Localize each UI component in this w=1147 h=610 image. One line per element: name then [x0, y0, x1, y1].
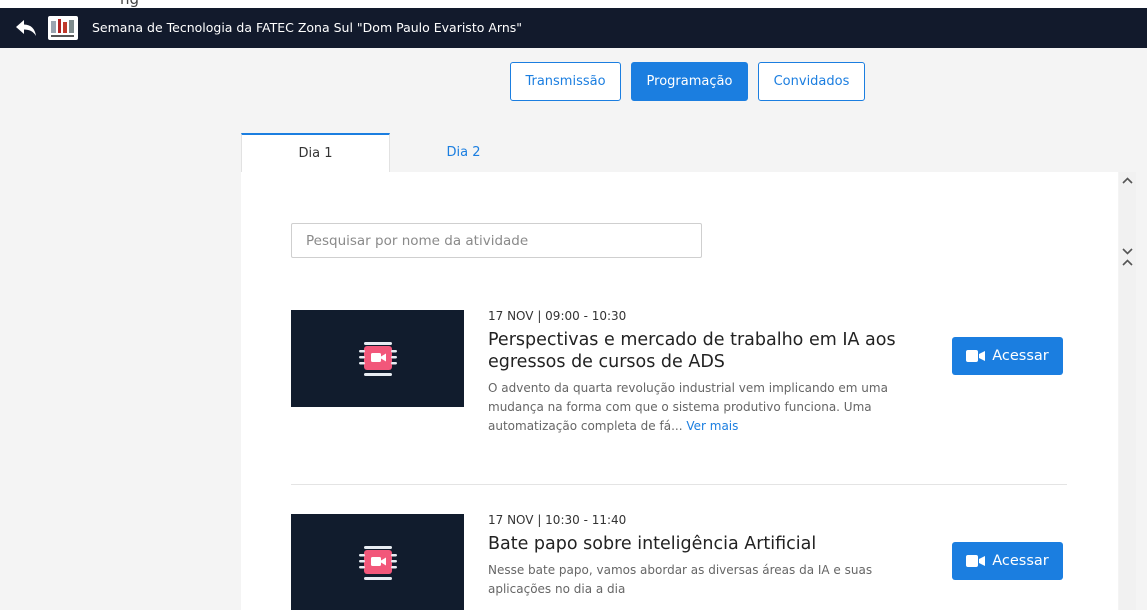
nav-convidados-button[interactable]: Convidados — [758, 62, 865, 101]
acessar-label: Acessar — [992, 348, 1049, 364]
activity-thumbnail — [291, 310, 464, 407]
video-camera-icon — [966, 555, 986, 567]
app-header: Semana de Tecnologia da FATEC Zona Sul "… — [0, 8, 1147, 48]
schedule-panel: Dia 1 Dia 2 17 — [241, 133, 1118, 610]
chevron-up-icon[interactable] — [1119, 174, 1136, 188]
activity-date: 17 NOV | 10:30 - 11:40 — [488, 513, 627, 527]
tab-content: 17 NOV | 09:00 - 10:30 Perspectivas e me… — [241, 172, 1118, 610]
header-title: Semana de Tecnologia da FATEC Zona Sul "… — [92, 20, 522, 35]
activity-title: Bate papo sobre inteligência Artificial — [488, 534, 817, 554]
activity-description: O advento da quarta revolução industrial… — [488, 379, 908, 436]
top-strip: ng — [0, 0, 1147, 8]
activity-item: 17 NOV | 10:30 - 11:40 Bate papo sobre i… — [291, 513, 1067, 610]
activity-info: 17 NOV | 10:30 - 11:40 Bate papo sobre i… — [488, 513, 908, 599]
chevron-down-up-icon[interactable] — [1119, 245, 1136, 269]
activity-info: 17 NOV | 09:00 - 10:30 Perspectivas e me… — [488, 309, 908, 436]
nav-programacao-button[interactable]: Programação — [631, 62, 748, 101]
tab-dia-2[interactable]: Dia 2 — [390, 133, 537, 172]
acessar-button[interactable]: Acessar — [952, 337, 1063, 375]
nav-transmissao-button[interactable]: Transmissão — [510, 62, 621, 101]
activity-date: 17 NOV | 09:00 - 10:30 — [488, 309, 627, 323]
acessar-label: Acessar — [992, 553, 1049, 569]
activity-title: Perspectivas e mercado de trabalho em IA… — [488, 330, 896, 372]
tab-dia-1[interactable]: Dia 1 — [241, 133, 390, 172]
search-input[interactable] — [291, 223, 702, 258]
logo — [48, 16, 78, 40]
video-chat-icon — [358, 545, 397, 580]
activity-thumbnail — [291, 514, 464, 610]
scrollbar[interactable] — [1119, 172, 1136, 610]
activity-item: 17 NOV | 09:00 - 10:30 Perspectivas e me… — [291, 309, 1067, 485]
acessar-button[interactable]: Acessar — [952, 542, 1063, 580]
video-camera-icon — [966, 350, 986, 362]
back-arrow-icon[interactable] — [14, 17, 38, 39]
activity-description: Nesse bate papo, vamos abordar as divers… — [488, 563, 873, 596]
ver-mais-link[interactable]: Ver mais — [686, 419, 738, 433]
video-chat-icon — [358, 341, 397, 376]
